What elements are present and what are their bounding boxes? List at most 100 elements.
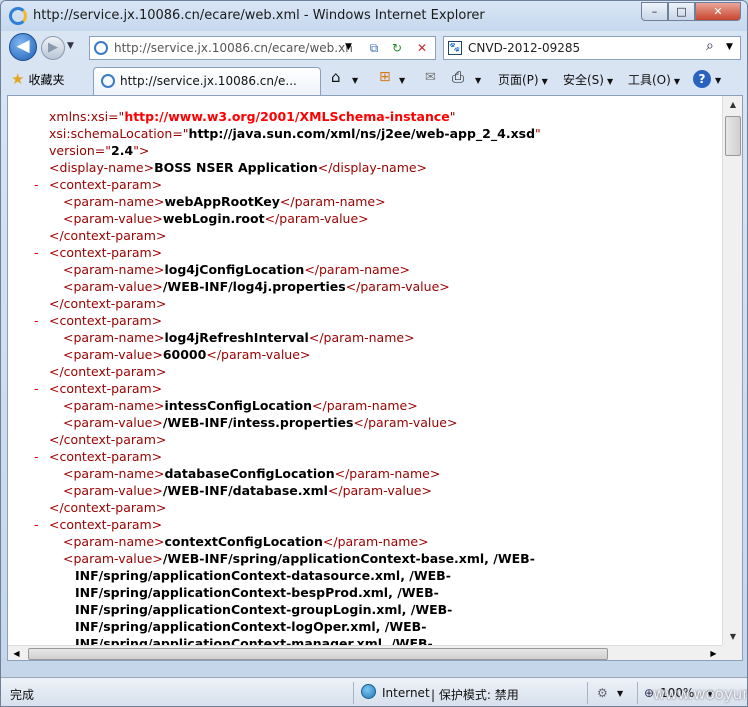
xml-token: </context-param>	[49, 228, 167, 243]
favorites-button[interactable]: ★ 收藏夹	[11, 70, 64, 90]
security-settings-icon[interactable]: ⚙	[597, 686, 608, 700]
maximize-button[interactable]: □	[668, 2, 695, 21]
safety-menu[interactable]: 安全(S) ▼	[563, 71, 613, 88]
xml-token: /WEB-INF/log4j.properties	[162, 279, 346, 294]
chevron-down-icon: ▼	[541, 77, 548, 86]
help-icon[interactable]: ?	[693, 70, 711, 88]
globe-icon	[361, 684, 376, 699]
print-dropdown-icon[interactable]: ▼	[475, 76, 481, 85]
address-input[interactable]: http://service.jx.10086.cn/ecare/web.xn	[114, 41, 353, 55]
home-icon[interactable]: ⌂	[331, 68, 341, 86]
xml-line: <context-param>	[49, 380, 162, 397]
xml-line: <context-param>	[49, 312, 162, 329]
xml-line: </context-param>	[49, 227, 166, 244]
scroll-up-icon[interactable]: ▲	[723, 96, 742, 113]
status-text: 完成	[10, 688, 35, 702]
xml-line: INF/spring/applicationContext-datasource…	[75, 567, 451, 584]
search-icon[interactable]: ⌕	[706, 38, 714, 54]
back-button[interactable]: ◀	[9, 33, 37, 61]
title-bar[interactable]: http://service.jx.10086.cn/ecare/web.xml…	[1, 1, 747, 31]
xml-token: <param-name>	[63, 534, 165, 549]
tools-menu[interactable]: 工具(O) ▼	[628, 71, 680, 88]
tab-current[interactable]: http://service.jx.10086.cn/e...	[93, 67, 321, 95]
xml-token: <param-value>	[63, 347, 163, 362]
protected-mode-label[interactable]: | 保护模式: 禁用	[431, 686, 519, 703]
close-button[interactable]: ✕	[695, 2, 741, 21]
document-viewport[interactable]: xmlns:xsi="http://www.w3.org/2001/XMLSch…	[7, 95, 743, 661]
xml-token: <param-value>	[63, 211, 163, 226]
xml-line: </context-param>	[49, 295, 166, 312]
address-dropdown-icon[interactable]: ▼	[345, 42, 352, 52]
xml-token: <param-name>	[63, 466, 165, 481]
search-input[interactable]: CNVD-2012-09285	[468, 41, 580, 55]
compatibility-view-icon[interactable]: ⧉	[364, 39, 384, 57]
xml-token: http://java.sun.com/xml/ns/j2ee/web-app_…	[188, 126, 536, 141]
collapse-node-icon[interactable]: -	[34, 448, 39, 465]
chevron-down-icon: ▼	[606, 77, 614, 86]
xml-line: <param-value>60000</param-value>	[63, 346, 310, 363]
xml-token: webLogin.root	[162, 211, 265, 226]
home-dropdown-icon[interactable]: ▼	[352, 76, 358, 85]
xml-token: log4jRefreshInterval	[164, 330, 309, 345]
chevron-down-icon: ▼	[673, 77, 680, 86]
collapse-node-icon[interactable]: -	[34, 380, 39, 397]
navigation-bar: ◀ ▶ ▼ http://service.jx.10086.cn/ecare/w…	[1, 31, 747, 65]
help-dropdown-icon[interactable]: ▼	[715, 76, 721, 85]
search-dropdown-icon[interactable]: ▼	[726, 42, 733, 52]
status-divider	[587, 682, 588, 704]
page-menu[interactable]: 页面(P) ▼	[498, 71, 548, 88]
xml-token: <param-value>	[63, 483, 163, 498]
xml-token: </param-value>	[264, 211, 369, 226]
search-box[interactable]: 🐾 CNVD-2012-09285 ⌕ ▼	[443, 36, 741, 60]
xml-token: /WEB-INF/intess.properties	[162, 415, 354, 430]
xml-token: </param-name>	[334, 466, 441, 481]
xml-token: ="	[108, 109, 125, 124]
zone-label[interactable]: Internet	[382, 686, 430, 700]
vertical-scrollbar[interactable]: ▲ ▼	[722, 96, 742, 645]
scroll-down-icon[interactable]: ▼	[723, 628, 742, 645]
collapse-node-icon[interactable]: -	[34, 516, 39, 533]
mail-icon[interactable]: ✉	[425, 70, 436, 85]
vertical-scroll-thumb[interactable]	[725, 116, 741, 156]
refresh-icon[interactable]: ↻	[387, 39, 407, 57]
address-bar[interactable]: http://service.jx.10086.cn/ecare/web.xn …	[89, 36, 436, 60]
xml-token: </param-value>	[206, 347, 311, 362]
xml-token: contextConfigLocation	[164, 534, 323, 549]
xml-token: <param-value>	[63, 415, 163, 430]
feeds-dropdown-icon[interactable]: ▼	[399, 76, 405, 85]
star-icon: ★	[11, 70, 25, 88]
scroll-right-icon[interactable]: ▶	[705, 646, 722, 660]
xml-token: 2.4	[111, 143, 134, 158]
command-bar: ★ 收藏夹 http://service.jx.10086.cn/e... ⌂ ▼…	[1, 65, 747, 95]
feeds-icon[interactable]: ⊞	[379, 69, 391, 85]
xml-token: <param-name>	[63, 194, 165, 209]
stop-icon[interactable]: ✕	[412, 39, 432, 57]
xml-token: </param-value>	[345, 279, 450, 294]
xml-token: /WEB-INF/spring/applicationContext-base.…	[162, 551, 535, 566]
xml-token: </param-name>	[304, 262, 411, 277]
collapse-node-icon[interactable]: -	[34, 176, 39, 193]
scroll-left-icon[interactable]: ◀	[8, 646, 25, 660]
search-provider-icon[interactable]: 🐾	[448, 41, 462, 55]
forward-button[interactable]: ▶	[41, 36, 65, 60]
recent-pages-dropdown[interactable]: ▼	[67, 41, 74, 51]
xml-line: <param-name>log4jConfigLocation</param-n…	[63, 261, 410, 278]
xml-token: <context-param>	[49, 449, 163, 464]
security-dropdown-icon[interactable]: ▼	[617, 689, 623, 698]
xml-line: INF/spring/applicationContext-logOper.xm…	[75, 618, 426, 635]
collapse-node-icon[interactable]: -	[34, 312, 39, 329]
xml-token: ">	[133, 143, 150, 158]
horizontal-scrollbar[interactable]: ◀ ▶	[8, 645, 722, 660]
collapse-node-icon[interactable]: -	[34, 244, 39, 261]
xml-line: <param-name>databaseConfigLocation</para…	[63, 465, 440, 482]
horizontal-scroll-thumb[interactable]	[28, 648, 608, 660]
xml-line: <display-name>BOSS NSER Application</dis…	[49, 159, 427, 176]
xml-token: /WEB-INF/database.xml	[162, 483, 328, 498]
xml-token: <context-param>	[49, 245, 163, 260]
xml-token: <context-param>	[49, 381, 163, 396]
minimize-button[interactable]: –	[641, 2, 668, 21]
xml-token: </param-name>	[312, 398, 418, 413]
xml-token: INF/spring/applicationContext-datasource…	[75, 568, 451, 583]
print-icon[interactable]: ⎙	[452, 68, 464, 86]
ie-logo-icon	[9, 7, 27, 25]
